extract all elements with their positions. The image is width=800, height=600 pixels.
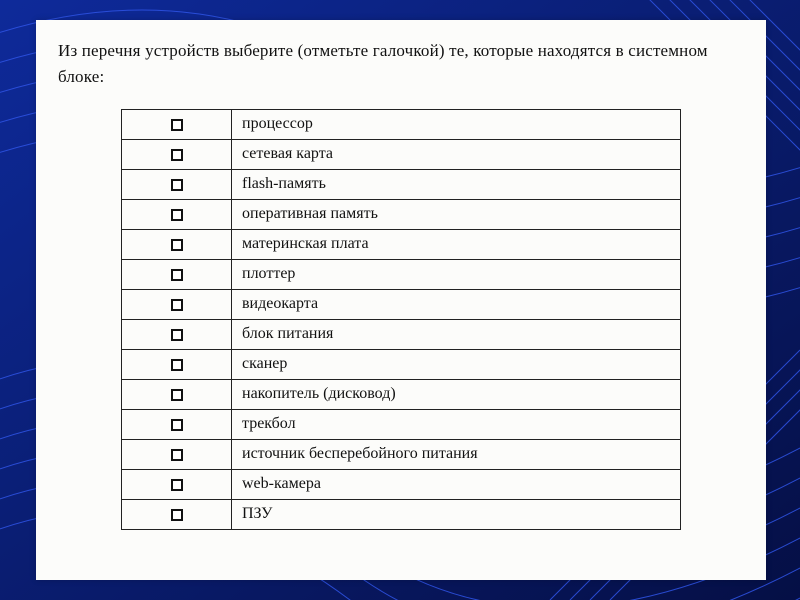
device-label: видеокарта — [232, 289, 681, 319]
checkbox-icon — [171, 509, 183, 521]
table-row: видеокарта — [122, 289, 681, 319]
checkbox-cell[interactable] — [122, 289, 232, 319]
checkbox-cell[interactable] — [122, 199, 232, 229]
checkbox-cell[interactable] — [122, 439, 232, 469]
checkbox-cell[interactable] — [122, 409, 232, 439]
table-row: накопитель (дисковод) — [122, 379, 681, 409]
checkbox-cell[interactable] — [122, 139, 232, 169]
worksheet-paper: Из перечня устройств выберите (отметьте … — [36, 20, 766, 580]
table-row: flash-память — [122, 169, 681, 199]
table-row: источник бесперебойного питания — [122, 439, 681, 469]
table-row: процессор — [122, 109, 681, 139]
device-label: оперативная память — [232, 199, 681, 229]
device-label: источник бесперебойного питания — [232, 439, 681, 469]
table-row: ПЗУ — [122, 499, 681, 529]
table-row: сетевая карта — [122, 139, 681, 169]
checkbox-icon — [171, 179, 183, 191]
device-label: трекбол — [232, 409, 681, 439]
checkbox-cell[interactable] — [122, 469, 232, 499]
checkbox-icon — [171, 119, 183, 131]
device-label: ПЗУ — [232, 499, 681, 529]
checkbox-icon — [171, 479, 183, 491]
checkbox-icon — [171, 329, 183, 341]
device-label: плоттер — [232, 259, 681, 289]
device-label: сетевая карта — [232, 139, 681, 169]
device-label: web-камера — [232, 469, 681, 499]
table-row: материнская плата — [122, 229, 681, 259]
table-row: блок питания — [122, 319, 681, 349]
checkbox-icon — [171, 149, 183, 161]
device-label: блок питания — [232, 319, 681, 349]
table-row: web-камера — [122, 469, 681, 499]
checkbox-icon — [171, 209, 183, 221]
device-label: накопитель (дисковод) — [232, 379, 681, 409]
checkbox-icon — [171, 419, 183, 431]
checkbox-cell[interactable] — [122, 349, 232, 379]
table-row: плоттер — [122, 259, 681, 289]
checkbox-cell[interactable] — [122, 109, 232, 139]
question-prompt: Из перечня устройств выберите (отметьте … — [58, 38, 744, 91]
device-label: flash-память — [232, 169, 681, 199]
checkbox-icon — [171, 449, 183, 461]
checkbox-cell[interactable] — [122, 319, 232, 349]
checkbox-icon — [171, 269, 183, 281]
checkbox-cell[interactable] — [122, 259, 232, 289]
checkbox-icon — [171, 239, 183, 251]
checkbox-cell[interactable] — [122, 379, 232, 409]
device-label: процессор — [232, 109, 681, 139]
table-row: трекбол — [122, 409, 681, 439]
device-label: сканер — [232, 349, 681, 379]
checkbox-cell[interactable] — [122, 169, 232, 199]
checkbox-cell[interactable] — [122, 499, 232, 529]
table-row: сканер — [122, 349, 681, 379]
checkbox-cell[interactable] — [122, 229, 232, 259]
table-row: оперативная память — [122, 199, 681, 229]
checkbox-icon — [171, 299, 183, 311]
checkbox-icon — [171, 359, 183, 371]
checkbox-icon — [171, 389, 183, 401]
device-table: процессор сетевая карта flash-память опе… — [121, 109, 681, 530]
device-label: материнская плата — [232, 229, 681, 259]
